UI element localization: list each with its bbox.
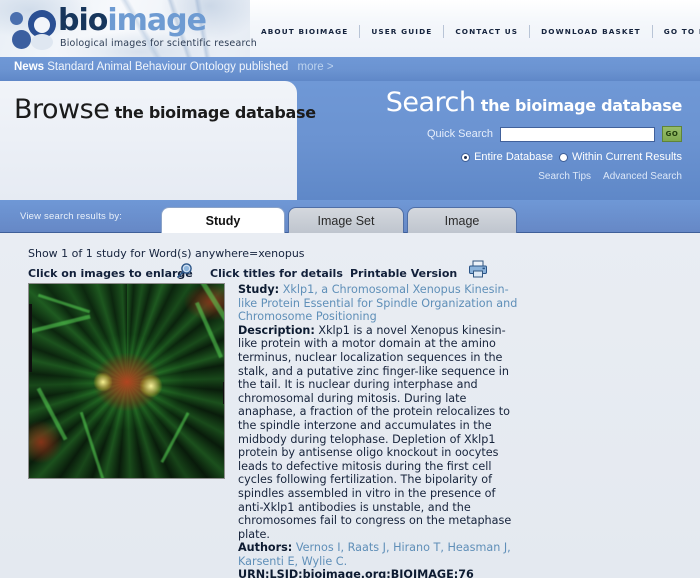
logo-text-bio: bio (58, 3, 108, 38)
study-detail-panel: Study: Xklp1, a Chromosomal Xenopus Kine… (238, 283, 518, 578)
study-label: Study: (238, 283, 280, 296)
hint-click-images: Click on images to enlarge (28, 267, 193, 280)
quick-search-label: Quick Search (426, 128, 493, 140)
search-heading-rest: the bioimage database (475, 96, 683, 115)
study-thumbnail[interactable] (28, 283, 225, 479)
search-help-links: Search Tips Advanced Search (538, 171, 682, 182)
browse-heading-rest: the bioimage database (109, 103, 317, 122)
tab-strip-label: View search results by: (20, 211, 123, 222)
results-summary: Show 1 of 1 study for Word(s) anywhere=x… (28, 247, 305, 260)
scope-option-entire-database[interactable]: Entire Database (461, 151, 553, 163)
authors-label: Authors: (238, 541, 293, 555)
study-title-link[interactable]: Xklp1, a Chromosomal Xenopus Kinesin-lik… (238, 283, 517, 323)
nav-item-user-guide[interactable]: USER GUIDE (360, 25, 445, 38)
site-logo-wordmark[interactable]: bioimage (58, 3, 207, 38)
study-authors-block: Authors: Vernos I, Raats J, Hirano T, He… (238, 541, 518, 568)
news-headline[interactable]: Standard Animal Behaviour Ontology publi… (47, 61, 288, 73)
hint-printable-version[interactable]: Printable Version (350, 267, 457, 280)
quick-search-row: Quick Search GO (427, 126, 682, 142)
tab-study[interactable]: Study (161, 207, 285, 233)
nav-item-contact-us[interactable]: CONTACT US (444, 25, 531, 38)
nav-item-go-to-e-biosci[interactable]: GO TO E-BIOSCI (653, 25, 700, 38)
nav-item-download-basket[interactable]: DOWNLOAD BASKET (530, 25, 653, 38)
study-description-text: Xklp1 is a novel Xenopus kinesin-like pr… (238, 323, 512, 541)
site-tagline: Biological images for scientific researc… (60, 38, 258, 49)
browse-panel: Browse the bioimage database (0, 81, 316, 200)
news-bar-content: News Standard Animal Behaviour Ontology … (14, 61, 334, 73)
banner: Browse the bioimage database Search the … (0, 81, 700, 200)
results-tab-strip: View search results by: Study Image Set … (0, 200, 700, 233)
scope-label-within-results: Within Current Results (571, 151, 682, 163)
description-label: Description: (238, 323, 315, 337)
scope-label-entire-database: Entire Database (474, 151, 553, 163)
search-panel: Search the bioimage database Quick Searc… (297, 81, 700, 200)
browse-heading-strong: Browse (14, 94, 110, 125)
scope-option-within-results[interactable]: Within Current Results (558, 151, 682, 163)
hint-click-titles: Click titles for details (210, 267, 343, 280)
results-content: Show 1 of 1 study for Word(s) anywhere=x… (0, 233, 700, 578)
advanced-search-link[interactable]: Advanced Search (603, 171, 682, 182)
search-input[interactable] (500, 126, 655, 142)
results-hint-row: Click on images to enlarge Click titles … (28, 260, 508, 283)
bioimage-logo-icon[interactable] (8, 8, 56, 52)
news-label: News (14, 61, 45, 73)
nav-item-about-bioimage[interactable]: ABOUT BIOIMAGE (250, 25, 361, 38)
primary-nav: ABOUT BIOIMAGE USER GUIDE CONTACT US DOW… (250, 23, 700, 40)
browse-heading: Browse the bioimage database (14, 94, 316, 125)
study-description-block: Description: Xklp1 is a novel Xenopus ki… (238, 324, 518, 542)
radio-entire-database[interactable] (461, 152, 471, 162)
bioimage-search-results-page: bioimage Biological images for scientifi… (0, 0, 700, 578)
tab-image[interactable]: Image (407, 207, 517, 233)
logo-text-image: image (107, 3, 207, 38)
study-title-block: Study: Xklp1, a Chromosomal Xenopus Kine… (238, 283, 518, 324)
printer-icon[interactable] (468, 260, 488, 278)
news-bar: News Standard Animal Behaviour Ontology … (0, 57, 700, 81)
news-more-link[interactable]: more > (297, 61, 333, 73)
site-header: bioimage Biological images for scientifi… (0, 0, 700, 57)
search-heading: Search the bioimage database (385, 87, 683, 118)
study-urn: URN:LSID:bioimage.org:BIOIMAGE:76 (238, 568, 474, 578)
radio-within-current-results[interactable] (558, 152, 568, 162)
fluorescence-micrograph (29, 284, 224, 478)
tab-image-set[interactable]: Image Set (288, 207, 404, 233)
search-scope-options: Entire Database Within Current Results (461, 151, 682, 163)
search-go-button[interactable]: GO (662, 126, 682, 142)
magnifier-icon (176, 263, 192, 279)
search-heading-strong: Search (385, 87, 476, 118)
search-tips-link[interactable]: Search Tips (538, 171, 591, 182)
